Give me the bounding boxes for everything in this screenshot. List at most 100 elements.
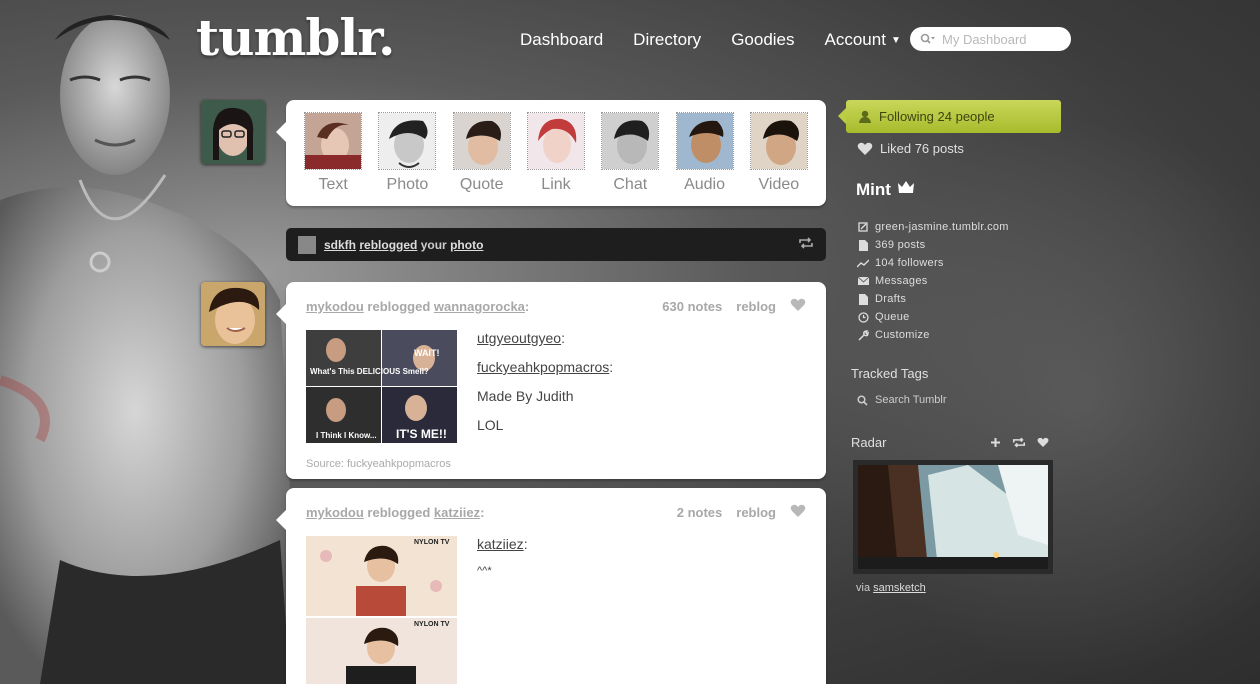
post-notes-count[interactable]: 2 notes bbox=[677, 505, 723, 520]
document-icon bbox=[857, 239, 869, 251]
nav-dashboard[interactable]: Dashboard bbox=[520, 30, 603, 50]
crown-icon bbox=[897, 179, 915, 200]
reblog-button[interactable]: reblog bbox=[736, 299, 776, 314]
trend-icon bbox=[857, 259, 869, 268]
search-tumblr-link[interactable]: Search Tumblr bbox=[857, 394, 947, 406]
post-type-link-label: Link bbox=[541, 176, 571, 193]
post-type-audio[interactable]: Audio bbox=[675, 112, 735, 206]
mail-icon bbox=[857, 277, 869, 285]
following-button[interactable]: Following 24 people bbox=[838, 100, 1061, 133]
post-type-photo[interactable]: Photo bbox=[377, 112, 437, 206]
post-image[interactable]: What's This DELICIOUS Smell? WAIT! I Thi… bbox=[306, 330, 457, 448]
nav-account[interactable]: Account ▼ bbox=[825, 30, 901, 50]
post-author-avatar[interactable] bbox=[201, 282, 265, 346]
person-icon bbox=[859, 110, 871, 123]
queue-label: Queue bbox=[875, 311, 910, 323]
post-quote-user-link[interactable]: fuckyeahkpopmacros bbox=[477, 359, 609, 375]
post-type-chat[interactable]: Chat bbox=[600, 112, 660, 206]
image-caption-1: NYLON TV bbox=[414, 539, 450, 546]
heart-icon[interactable] bbox=[1037, 437, 1049, 448]
clock-icon bbox=[857, 311, 869, 323]
post-header: mykodou reblogged katziiez: 2 notes rebl… bbox=[286, 488, 826, 521]
queue-link[interactable]: Queue bbox=[857, 308, 1009, 326]
like-heart-icon[interactable] bbox=[790, 298, 806, 315]
post-type-link[interactable]: Link bbox=[526, 112, 586, 206]
reblog-icon[interactable] bbox=[1012, 437, 1026, 448]
post-type-photo-label: Photo bbox=[386, 176, 429, 193]
notification-object-link[interactable]: photo bbox=[450, 238, 483, 252]
drafts-link[interactable]: Drafts bbox=[857, 290, 1009, 308]
notification-action-link[interactable]: reblogged bbox=[359, 238, 417, 252]
post-image[interactable]: NYLON TV NYLON TV bbox=[306, 536, 457, 684]
reblog-icon[interactable] bbox=[798, 237, 814, 252]
post-user-link[interactable]: mykodou bbox=[306, 299, 364, 314]
post-header: mykodou reblogged wannagorocka: 630 note… bbox=[286, 282, 826, 315]
radar-user-link[interactable]: samsketch bbox=[873, 582, 926, 594]
reblog-button[interactable]: reblog bbox=[736, 505, 776, 520]
post-text-line: ^^* bbox=[477, 565, 492, 577]
like-heart-icon[interactable] bbox=[790, 504, 806, 521]
image-caption-1: What's This DELICIOUS Smell? bbox=[310, 367, 429, 376]
notification-user-link[interactable]: sdkfh bbox=[324, 238, 356, 252]
document-icon bbox=[857, 293, 869, 305]
post-source-user-link[interactable]: wannagorocka bbox=[434, 299, 525, 314]
customize-label: Customize bbox=[875, 329, 930, 341]
messages-link[interactable]: Messages bbox=[857, 272, 1009, 290]
search-icon[interactable] bbox=[920, 33, 936, 45]
post-text-line: Made By Judith bbox=[477, 388, 574, 404]
dashboard-post: mykodou reblogged wannagorocka: 630 note… bbox=[276, 282, 826, 482]
wrench-icon bbox=[857, 329, 869, 341]
notification-text: your bbox=[420, 237, 447, 252]
post-user-link[interactable]: mykodou bbox=[306, 505, 364, 520]
notification-avatar[interactable] bbox=[298, 235, 316, 254]
post-type-video-thumbnail bbox=[749, 112, 808, 170]
post-quote-user-link[interactable]: utgyeoutgyeo bbox=[477, 330, 561, 346]
top-nav: Dashboard Directory Goodies Account ▼ bbox=[520, 30, 901, 50]
image-caption-4: IT'S ME!! bbox=[396, 427, 447, 441]
post-type-video[interactable]: Video bbox=[749, 112, 809, 206]
post-notes-count[interactable]: 630 notes bbox=[662, 299, 722, 314]
post-source-user-link[interactable]: katziiez bbox=[434, 505, 480, 520]
liked-posts-label: Liked 76 posts bbox=[880, 141, 964, 156]
liked-posts-link[interactable]: Liked 76 posts bbox=[857, 141, 964, 156]
blog-links: green-jasmine.tumblr.com 369 posts 104 f… bbox=[857, 218, 1009, 344]
radar-via-label: via bbox=[856, 582, 871, 594]
tracked-tags-heading: Tracked Tags bbox=[851, 366, 929, 381]
post-quote-user-link[interactable]: katziiez bbox=[477, 536, 524, 552]
post-type-quote-thumbnail bbox=[452, 112, 511, 170]
search-input[interactable] bbox=[942, 31, 1052, 47]
plus-icon[interactable] bbox=[990, 437, 1001, 448]
search-box[interactable] bbox=[910, 27, 1071, 51]
post-type-chat-label: Chat bbox=[613, 176, 648, 193]
blog-url-link[interactable]: green-jasmine.tumblr.com bbox=[857, 218, 1009, 236]
post-type-audio-label: Audio bbox=[684, 176, 725, 193]
search-tumblr-label: Search Tumblr bbox=[875, 394, 947, 406]
posts-count-label: 369 posts bbox=[875, 239, 926, 251]
blog-url-label: green-jasmine.tumblr.com bbox=[875, 221, 1009, 233]
post-type-text[interactable]: Text bbox=[303, 112, 363, 206]
post-source[interactable]: Source: fuckyeahkpopmacros bbox=[286, 448, 826, 482]
post-type-photo-thumbnail bbox=[378, 112, 437, 170]
blog-name[interactable]: Mint bbox=[856, 179, 915, 200]
post-body: NYLON TV NYLON TV katziiez: ^^* bbox=[286, 521, 826, 684]
customize-link[interactable]: Customize bbox=[857, 326, 1009, 344]
nav-directory[interactable]: Directory bbox=[633, 30, 701, 50]
followers-link[interactable]: 104 followers bbox=[857, 254, 1009, 272]
image-caption-3: I Think I Know... bbox=[316, 431, 377, 440]
tumblr-logo[interactable]: tumblr. bbox=[196, 8, 395, 67]
drafts-label: Drafts bbox=[875, 293, 907, 305]
following-label: Following 24 people bbox=[879, 109, 995, 124]
messages-label: Messages bbox=[875, 275, 928, 287]
post-type-quote[interactable]: Quote bbox=[452, 112, 512, 206]
my-avatar[interactable] bbox=[201, 100, 265, 164]
posts-count-link[interactable]: 369 posts bbox=[857, 236, 1009, 254]
followers-label: 104 followers bbox=[875, 257, 944, 269]
post-type-chat-thumbnail bbox=[601, 112, 660, 170]
radar-image[interactable] bbox=[853, 460, 1053, 574]
post-type-link-thumbnail bbox=[526, 112, 585, 170]
nav-goodies[interactable]: Goodies bbox=[731, 30, 794, 50]
post-type-quote-label: Quote bbox=[459, 176, 504, 193]
post-type-text-thumbnail bbox=[304, 112, 363, 170]
image-caption-2: NYLON TV bbox=[414, 621, 450, 628]
post-type-panel: Text Photo Quote Link Chat Audio Video bbox=[276, 100, 826, 206]
